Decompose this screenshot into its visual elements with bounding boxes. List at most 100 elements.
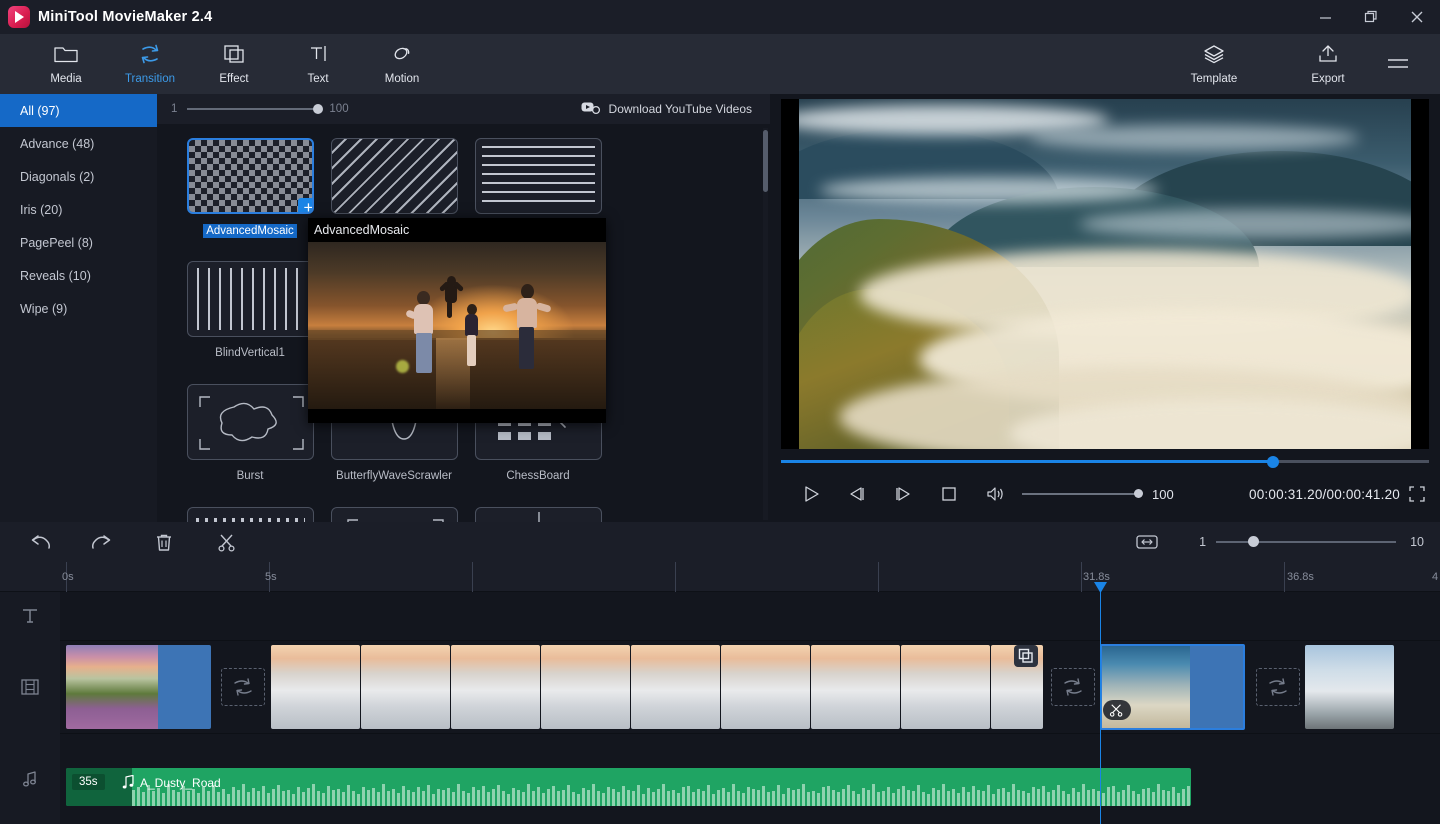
seek-knob[interactable] bbox=[1267, 456, 1279, 468]
add-transition-button[interactable]: + bbox=[298, 198, 314, 214]
transition-thumb-diagonal[interactable] bbox=[331, 138, 458, 214]
video-track-header[interactable] bbox=[0, 640, 60, 733]
ruler-tick-31-8s: 31.8s bbox=[1083, 571, 1110, 583]
duration-slider-knob[interactable] bbox=[313, 104, 323, 114]
category-all[interactable]: All (97) bbox=[0, 94, 157, 127]
duration-slider[interactable] bbox=[187, 102, 319, 116]
text-track-icon bbox=[21, 607, 39, 625]
transition-name-advancedmosaic: AdvancedMosaic bbox=[203, 224, 297, 238]
delete-button[interactable] bbox=[144, 524, 184, 560]
transition-icon bbox=[137, 43, 163, 70]
redo-icon bbox=[91, 533, 113, 551]
tab-media[interactable]: Media bbox=[24, 34, 108, 94]
audio-clip-a-dusty-road[interactable]: 35s A_Dusty_Road bbox=[66, 768, 1191, 806]
download-youtube-videos-link[interactable]: Download YouTube Videos bbox=[581, 101, 752, 118]
category-wipe[interactable]: Wipe (9) bbox=[0, 292, 157, 325]
next-frame-button[interactable] bbox=[880, 477, 926, 511]
split-clip-badge[interactable] bbox=[1103, 700, 1131, 720]
timeline-zoom-slider[interactable] bbox=[1216, 535, 1396, 549]
ruler-tick-5s: 5s bbox=[265, 571, 277, 583]
transition-thumb-r4c1[interactable] bbox=[187, 507, 314, 522]
volume-knob[interactable] bbox=[1134, 489, 1143, 498]
fullscreen-button[interactable] bbox=[1400, 477, 1434, 511]
transition-marker-2[interactable] bbox=[1051, 668, 1095, 706]
minimize-button[interactable] bbox=[1302, 0, 1348, 34]
volume-button[interactable] bbox=[972, 477, 1018, 511]
transition-thumb-r4c2[interactable] bbox=[331, 507, 458, 522]
stop-button[interactable] bbox=[926, 477, 972, 511]
diagonal-lines-pattern-icon bbox=[332, 139, 457, 213]
tab-effect[interactable]: Effect bbox=[192, 34, 276, 94]
transition-item-advancedmosaic[interactable]: + AdvancedMosaic bbox=[178, 138, 322, 261]
horizontal-lines-pattern-icon bbox=[482, 146, 595, 206]
category-advance-label: Advance (48) bbox=[20, 137, 94, 151]
split-vertical-icon bbox=[476, 508, 602, 522]
preview-video-frame[interactable] bbox=[781, 99, 1429, 449]
category-reveals[interactable]: Reveals (10) bbox=[0, 259, 157, 292]
category-diagonals[interactable]: Diagonals (2) bbox=[0, 160, 157, 193]
category-advance[interactable]: Advance (48) bbox=[0, 127, 157, 160]
clip-cloud-sea-1[interactable] bbox=[271, 645, 360, 729]
tab-template[interactable]: Template bbox=[1172, 34, 1256, 94]
clip-cloud-sea-7[interactable] bbox=[811, 645, 900, 729]
clip-cloud-sea-4[interactable] bbox=[541, 645, 630, 729]
transition-item-r4c1[interactable] bbox=[178, 507, 322, 522]
transition-thumb-blindvertical1[interactable] bbox=[187, 261, 314, 337]
preview-seek-bar[interactable] bbox=[781, 456, 1429, 468]
clip-cloud-sea-5[interactable] bbox=[631, 645, 720, 729]
transition-thumb-r4c3[interactable] bbox=[475, 507, 602, 522]
group-clips-badge[interactable] bbox=[1014, 645, 1038, 667]
burst-shape-icon bbox=[188, 385, 314, 460]
transition-marker-1[interactable] bbox=[221, 668, 265, 706]
corner-brackets-icon bbox=[332, 508, 458, 522]
transition-thumb-advancedmosaic[interactable]: + bbox=[187, 138, 314, 214]
playhead-line[interactable] bbox=[1100, 592, 1101, 824]
transition-item-r4c3[interactable] bbox=[466, 507, 610, 522]
split-button[interactable] bbox=[206, 524, 246, 560]
transition-swap-icon bbox=[1265, 677, 1291, 697]
tab-export[interactable]: Export bbox=[1286, 34, 1370, 94]
close-button[interactable] bbox=[1394, 0, 1440, 34]
clip-flower-meadow[interactable] bbox=[66, 645, 211, 729]
clip-cloud-sea-3[interactable] bbox=[451, 645, 540, 729]
maximize-button[interactable] bbox=[1348, 0, 1394, 34]
timeline-zoom-knob[interactable] bbox=[1248, 536, 1259, 547]
play-button[interactable] bbox=[788, 477, 834, 511]
transition-thumb-burst[interactable] bbox=[187, 384, 314, 460]
scissors-icon bbox=[217, 533, 236, 552]
timeline-ruler[interactable]: 0s 5s 31.8s 36.8s 4 bbox=[0, 562, 1440, 592]
transition-name-burst: Burst bbox=[237, 470, 264, 482]
transition-panel-header: 1 100 Download YouTube Videos bbox=[157, 94, 770, 124]
tab-effect-label: Effect bbox=[219, 73, 248, 85]
clip-cloud-sea-6[interactable] bbox=[721, 645, 810, 729]
clip-snow-mountain[interactable] bbox=[1305, 645, 1394, 729]
redo-button[interactable] bbox=[82, 524, 122, 560]
film-track-icon bbox=[20, 678, 40, 696]
transition-item-blindvertical1[interactable]: BlindVertical1 bbox=[178, 261, 322, 384]
audio-track-header[interactable] bbox=[0, 733, 60, 824]
clip-cloud-sea-8[interactable] bbox=[901, 645, 990, 729]
transition-marker-3[interactable] bbox=[1256, 668, 1300, 706]
volume-value: 100 bbox=[1152, 487, 1174, 502]
clip-cloud-sea-2[interactable] bbox=[361, 645, 450, 729]
transition-item-r4c2[interactable] bbox=[322, 507, 466, 522]
transition-thumb-blindhorizontal[interactable] bbox=[475, 138, 602, 214]
transition-item-burst[interactable]: Burst bbox=[178, 384, 322, 507]
previous-frame-button[interactable] bbox=[834, 477, 880, 511]
main-toolbar: Media Transition Effect bbox=[0, 34, 1440, 94]
ruler-tick-4: 4 bbox=[1432, 571, 1438, 583]
category-pagepeel[interactable]: PagePeel (8) bbox=[0, 226, 157, 259]
tab-motion[interactable]: Motion bbox=[360, 34, 444, 94]
tab-text[interactable]: Text bbox=[276, 34, 360, 94]
category-iris[interactable]: Iris (20) bbox=[0, 193, 157, 226]
fit-to-screen-icon bbox=[1136, 534, 1158, 550]
hamburger-menu-icon[interactable] bbox=[1370, 34, 1426, 94]
transition-scrollbar-thumb[interactable] bbox=[763, 130, 768, 192]
download-youtube-videos-label: Download YouTube Videos bbox=[609, 102, 752, 116]
volume-slider[interactable] bbox=[1022, 488, 1142, 500]
fit-to-screen-button[interactable] bbox=[1127, 524, 1167, 560]
undo-button[interactable] bbox=[20, 524, 60, 560]
text-track-header[interactable] bbox=[0, 592, 60, 640]
tab-transition[interactable]: Transition bbox=[108, 34, 192, 94]
vertical-lines-pattern-icon bbox=[197, 268, 304, 330]
